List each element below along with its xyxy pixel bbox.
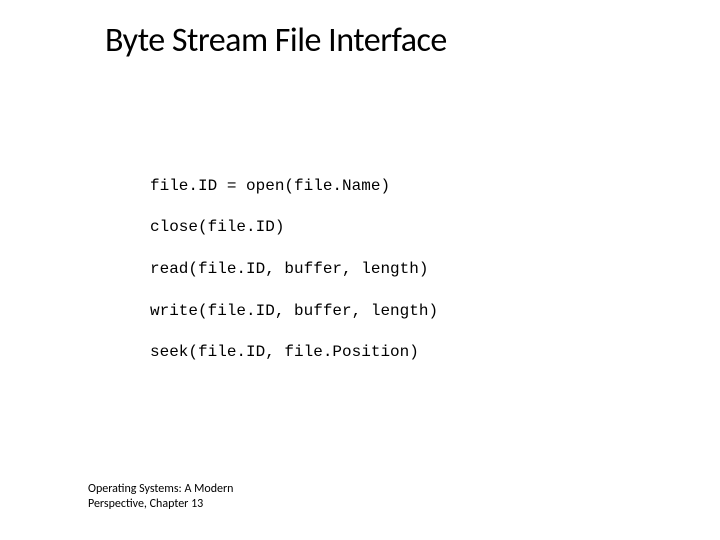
code-line: file.ID = open(file.Name) (150, 176, 438, 197)
footer-line: Operating Systems: A Modern (88, 482, 233, 497)
footer-citation: Operating Systems: A Modern Perspective,… (88, 482, 233, 512)
code-line: write(file.ID, buffer, length) (150, 301, 438, 322)
slide-title: Byte Stream File Interface (105, 20, 447, 61)
code-line: close(file.ID) (150, 217, 438, 238)
code-block: file.ID = open(file.Name) close(file.ID)… (150, 155, 438, 384)
footer-line: Perspective, Chapter 13 (88, 497, 233, 512)
code-line: seek(file.ID, file.Position) (150, 342, 438, 363)
code-line: read(file.ID, buffer, length) (150, 259, 438, 280)
